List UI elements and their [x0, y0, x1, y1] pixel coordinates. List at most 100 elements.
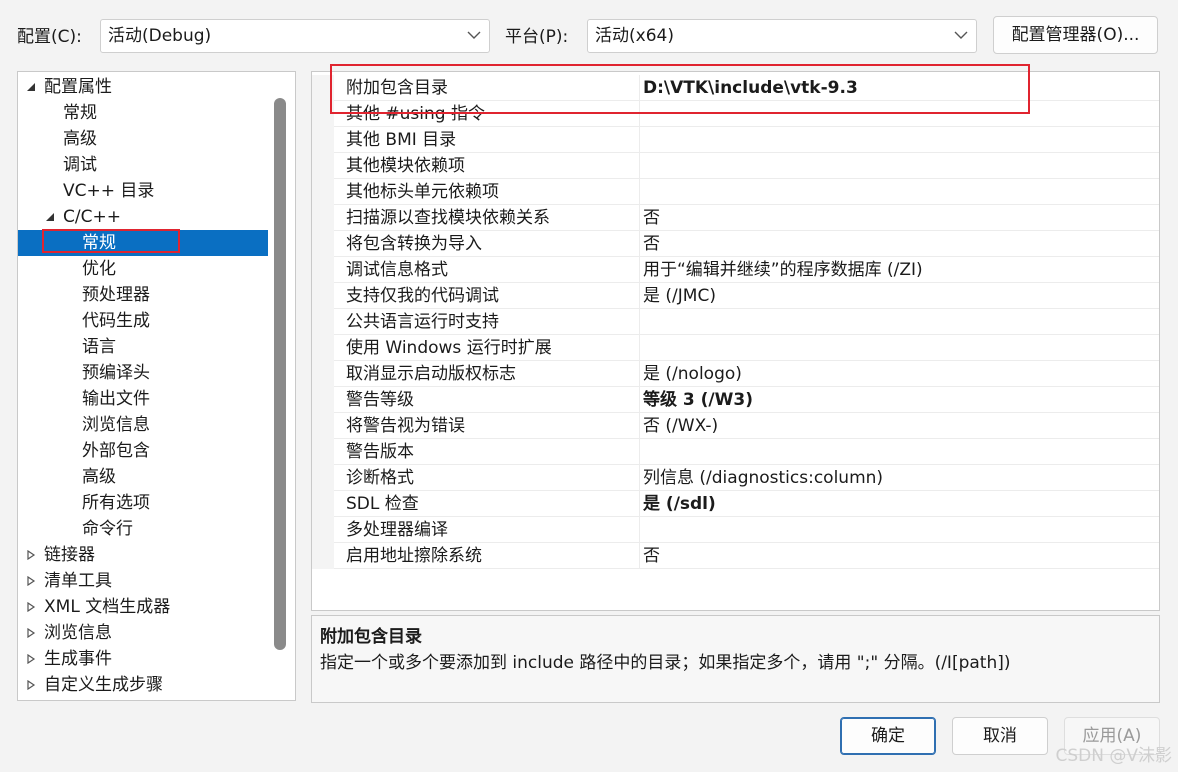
property-row[interactable]: 其他 BMI 目录 — [312, 127, 1159, 153]
column-divider — [639, 387, 640, 413]
property-row[interactable]: 多处理器编译 — [312, 517, 1159, 543]
property-value[interactable] — [643, 309, 1159, 335]
property-value[interactable]: 否 — [643, 205, 1159, 231]
property-value[interactable] — [643, 179, 1159, 205]
property-row[interactable]: 诊断格式 列信息 (/diagnostics:column) — [312, 465, 1159, 491]
property-row[interactable]: 使用 Windows 运行时扩展 — [312, 335, 1159, 361]
collapsed-triangle-icon[interactable] — [26, 602, 36, 612]
platform-dropdown[interactable]: 活动(x64) — [587, 19, 977, 53]
tree-item[interactable]: 生成事件 — [18, 646, 268, 672]
row-gutter — [312, 257, 334, 283]
row-gutter — [312, 465, 334, 491]
property-name: 将包含转换为导入 — [346, 234, 482, 254]
tree-item[interactable]: 命令行 — [18, 516, 268, 542]
property-value[interactable]: 列信息 (/diagnostics:column) — [643, 465, 1159, 491]
ok-button[interactable]: 确定 — [840, 717, 936, 755]
tree-item[interactable]: 高级 — [18, 126, 268, 152]
collapsed-triangle-icon[interactable] — [26, 550, 36, 560]
row-divider — [334, 568, 1159, 569]
tree-item-label: 浏览信息 — [82, 415, 150, 435]
tree-item[interactable]: 自定义生成步骤 — [18, 672, 268, 698]
property-value[interactable] — [643, 153, 1159, 179]
column-divider — [639, 127, 640, 153]
property-row[interactable]: 警告版本 — [312, 439, 1159, 465]
row-gutter — [312, 231, 334, 257]
property-row[interactable]: 启用地址擦除系统 否 — [312, 543, 1159, 569]
tree-item-label: 预编译头 — [82, 363, 150, 383]
tree-item[interactable]: 浏览信息 — [18, 412, 268, 438]
chevron-down-icon — [467, 31, 481, 39]
expanded-triangle-icon[interactable] — [45, 212, 55, 222]
tree-item[interactable]: 配置属性 — [18, 74, 268, 100]
collapsed-triangle-icon[interactable] — [26, 680, 36, 690]
collapsed-triangle-icon[interactable] — [26, 654, 36, 664]
tree-item-label: 高级 — [82, 467, 116, 487]
property-value[interactable]: 是 (/JMC) — [643, 283, 1159, 309]
property-row[interactable]: 警告等级 等级 3 (/W3) — [312, 387, 1159, 413]
collapsed-triangle-icon[interactable] — [26, 628, 36, 638]
expanded-triangle-icon[interactable] — [26, 82, 36, 92]
collapsed-triangle-icon[interactable] — [26, 576, 36, 586]
property-row[interactable]: 将警告视为错误 否 (/WX-) — [312, 413, 1159, 439]
tree-item[interactable]: 清单工具 — [18, 568, 268, 594]
tree-item[interactable]: 预编译头 — [18, 360, 268, 386]
tree-item[interactable]: 调试 — [18, 152, 268, 178]
property-value[interactable]: 等级 3 (/W3) — [643, 387, 1159, 413]
tree-item[interactable]: 代码生成 — [18, 308, 268, 334]
property-row[interactable]: 公共语言运行时支持 — [312, 309, 1159, 335]
tree-scrollbar-thumb[interactable] — [274, 98, 286, 650]
tree-item[interactable]: 高级 — [18, 464, 268, 490]
column-divider — [639, 517, 640, 543]
config-dropdown[interactable]: 活动(Debug) — [100, 19, 490, 53]
tree-item[interactable]: 链接器 — [18, 542, 268, 568]
property-row[interactable]: 支持仅我的代码调试 是 (/JMC) — [312, 283, 1159, 309]
config-dropdown-value: 活动(Debug) — [108, 26, 212, 46]
tree-item-label: 预处理器 — [82, 285, 150, 305]
property-value[interactable]: 是 (/sdl) — [643, 491, 1159, 517]
property-value[interactable]: 否 — [643, 231, 1159, 257]
cancel-button[interactable]: 取消 — [952, 717, 1048, 755]
property-name: 多处理器编译 — [346, 520, 448, 540]
tree-item[interactable]: 语言 — [18, 334, 268, 360]
tree-item[interactable]: 所有选项 — [18, 490, 268, 516]
tree-item[interactable]: 浏览信息 — [18, 620, 268, 646]
tree-item[interactable]: 预处理器 — [18, 282, 268, 308]
row-gutter — [312, 179, 334, 205]
tree-item[interactable]: 常规 — [18, 100, 268, 126]
tree-item-label: 输出文件 — [82, 389, 150, 409]
property-row[interactable]: 取消显示启动版权标志 是 (/nologo) — [312, 361, 1159, 387]
row-gutter — [312, 309, 334, 335]
property-name: 调试信息格式 — [346, 260, 448, 280]
tree-item-label: 自定义生成步骤 — [44, 675, 163, 695]
tree-item-label: 配置属性 — [44, 77, 112, 97]
tree-item[interactable]: 优化 — [18, 256, 268, 282]
property-row[interactable]: 将包含转换为导入 否 — [312, 231, 1159, 257]
tree-item-label: 所有选项 — [82, 493, 150, 513]
property-row[interactable]: 调试信息格式 用于“编辑并继续”的程序数据库 (/ZI) — [312, 257, 1159, 283]
tree-item[interactable]: 输出文件 — [18, 386, 268, 412]
property-value[interactable] — [643, 439, 1159, 465]
property-value[interactable] — [643, 335, 1159, 361]
property-value[interactable]: 否 (/WX-) — [643, 413, 1159, 439]
row-gutter — [312, 387, 334, 413]
property-row[interactable]: SDL 检查 是 (/sdl) — [312, 491, 1159, 517]
tree-item[interactable]: VC++ 目录 — [18, 178, 268, 204]
property-row[interactable]: 其他标头单元依赖项 — [312, 179, 1159, 205]
property-row[interactable]: 扫描源以查找模块依赖关系 否 — [312, 205, 1159, 231]
property-value[interactable]: 否 — [643, 543, 1159, 569]
configuration-manager-button[interactable]: 配置管理器(O)... — [993, 16, 1158, 54]
column-divider — [639, 491, 640, 517]
property-value[interactable] — [643, 517, 1159, 543]
tree-item-label: 语言 — [82, 337, 116, 357]
property-value[interactable] — [643, 127, 1159, 153]
row-gutter — [312, 361, 334, 387]
tree-item[interactable]: XML 文档生成器 — [18, 594, 268, 620]
column-divider — [639, 335, 640, 361]
property-value[interactable]: 是 (/nologo) — [643, 361, 1159, 387]
tree-item[interactable]: C/C++ — [18, 204, 268, 230]
property-row[interactable]: 其他模块依赖项 — [312, 153, 1159, 179]
property-value[interactable]: 用于“编辑并继续”的程序数据库 (/ZI) — [643, 257, 1159, 283]
row-gutter — [312, 205, 334, 231]
tree-item-label: 调试 — [63, 155, 97, 175]
tree-item[interactable]: 外部包含 — [18, 438, 268, 464]
